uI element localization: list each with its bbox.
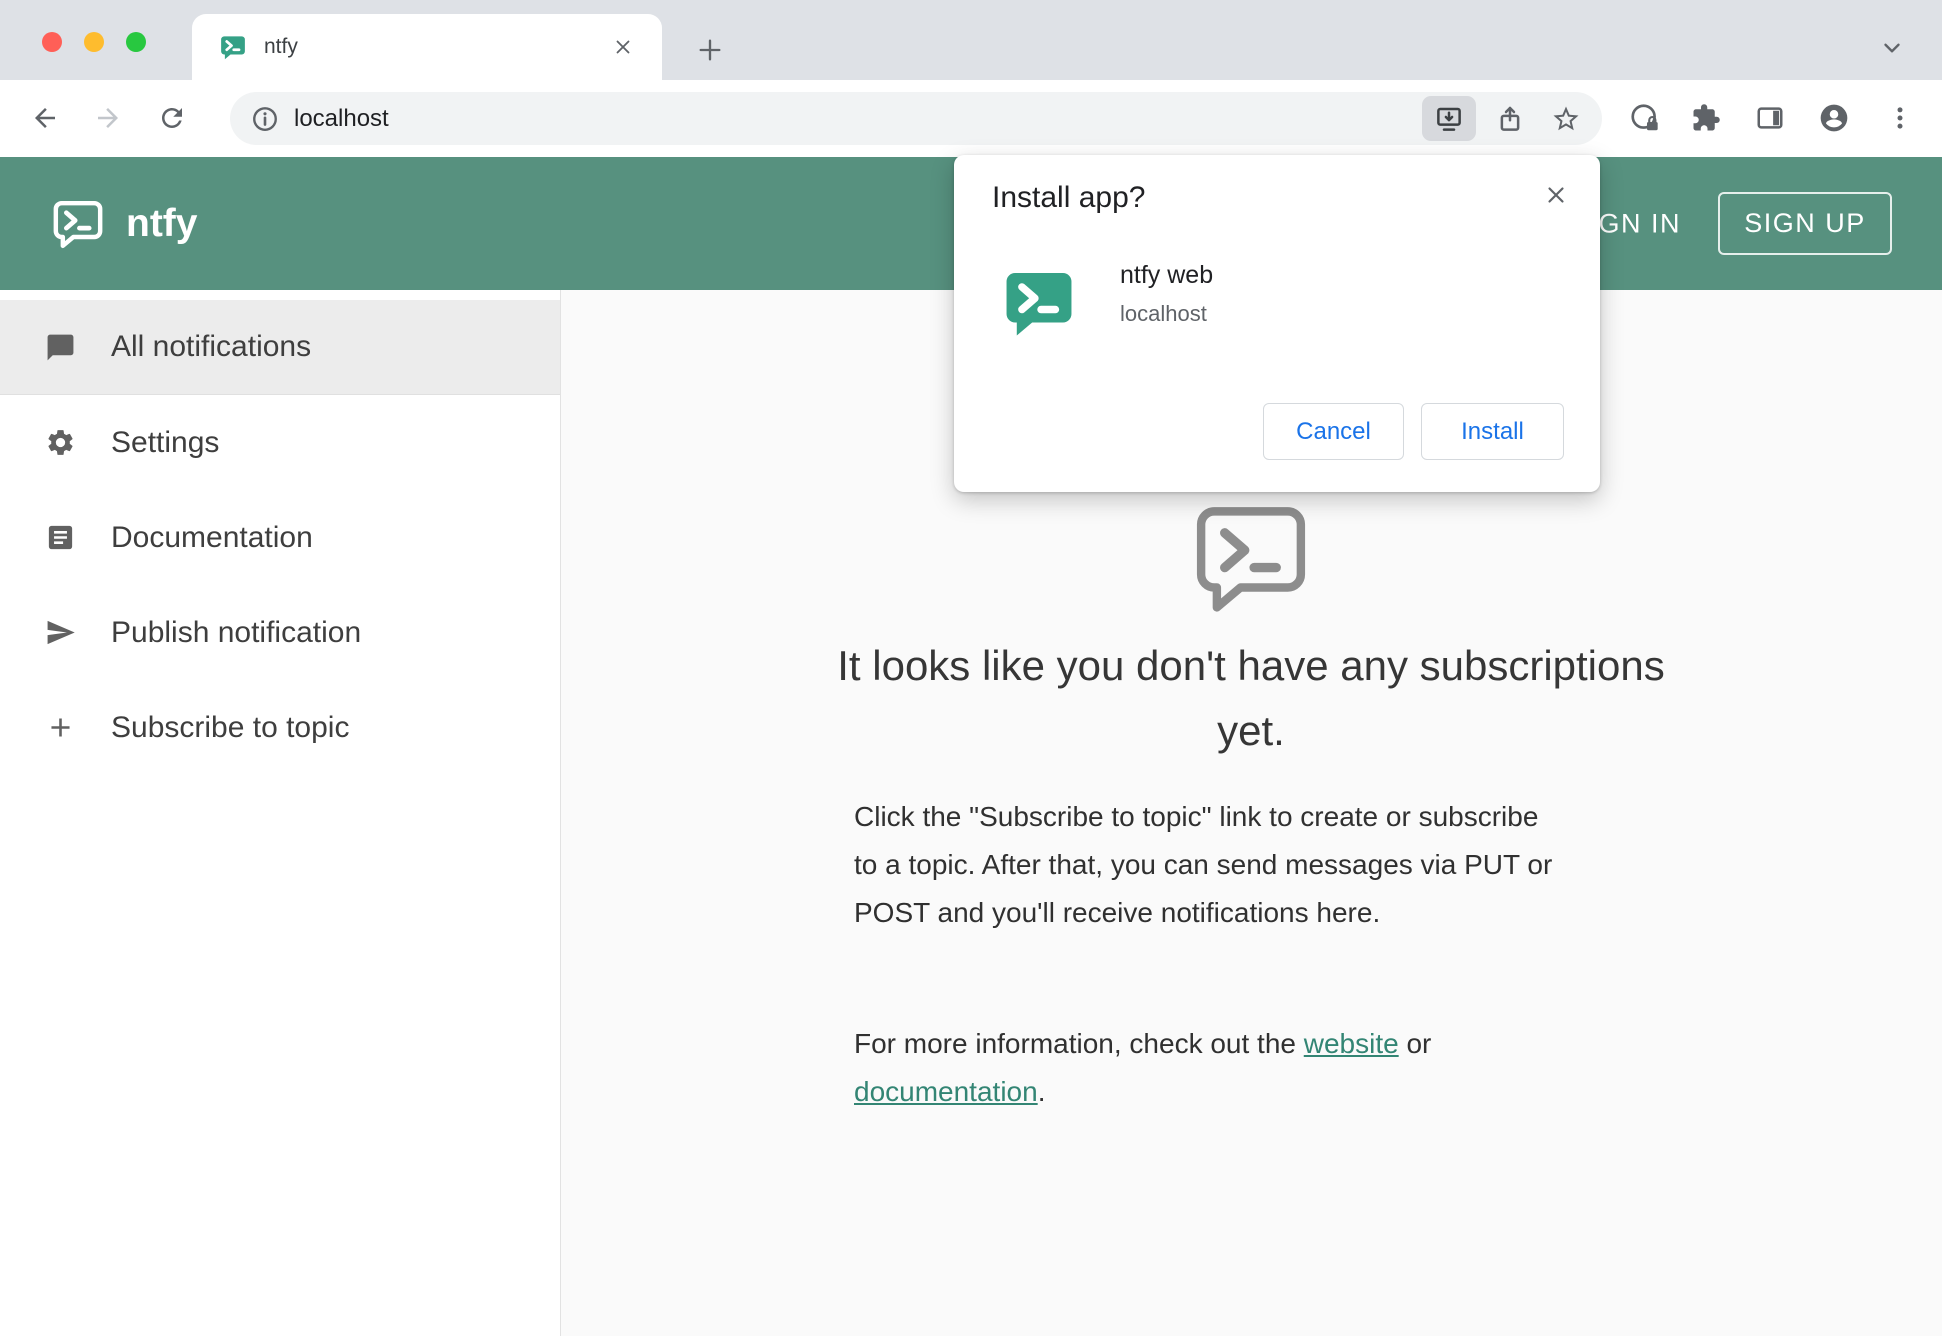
sign-up-button[interactable]: SIGN UP	[1718, 192, 1892, 255]
address-bar[interactable]: localhost	[230, 92, 1602, 145]
sidebar-item-label: Publish notification	[111, 616, 361, 650]
install-button[interactable]: Install	[1421, 403, 1564, 460]
more-info-text: .	[1038, 1076, 1046, 1107]
chat-bubble-icon	[45, 332, 76, 363]
sidebar-item-label: All notifications	[111, 330, 311, 364]
sidebar-item-label: Subscribe to topic	[111, 711, 349, 745]
omnibox-actions	[1422, 96, 1588, 141]
minimize-window-button[interactable]	[84, 32, 104, 52]
install-app-icon[interactable]	[1422, 96, 1476, 141]
browser-menu-kebab-icon[interactable]	[1876, 94, 1924, 142]
sidebar-item-label: Settings	[111, 426, 219, 460]
app-origin: localhost	[1120, 301, 1207, 327]
empty-state-description: Click the "Subscribe to topic" link to c…	[854, 793, 1554, 937]
more-info-paragraph: For more information, check out the webs…	[854, 1020, 1554, 1116]
more-info-text: For more information, check out the	[854, 1028, 1304, 1059]
ntfy-favicon-icon	[218, 32, 248, 62]
tab-search-chevron-icon[interactable]	[1872, 28, 1912, 68]
tab-strip: ntfy	[0, 0, 1942, 80]
password-manager-icon[interactable]	[1621, 94, 1669, 142]
profile-avatar-icon[interactable]	[1810, 94, 1858, 142]
website-link[interactable]: website	[1304, 1028, 1399, 1059]
ntfy-app-icon	[998, 261, 1080, 343]
browser-tab[interactable]: ntfy	[192, 14, 662, 80]
back-button[interactable]	[21, 94, 69, 142]
ntfy-logo-icon	[50, 195, 106, 251]
bookmark-star-icon[interactable]	[1544, 97, 1588, 141]
install-app-dialog: Install app? ntfy web localhost Cancel I…	[954, 155, 1600, 492]
sidebar-item-all-notifications[interactable]: All notifications	[0, 300, 560, 395]
reload-button[interactable]	[148, 94, 196, 142]
empty-state-title: It looks like you don't have any subscri…	[811, 633, 1691, 763]
dialog-close-icon[interactable]	[1536, 175, 1576, 215]
article-icon	[45, 522, 76, 553]
tab-close-icon[interactable]	[606, 30, 640, 64]
close-window-button[interactable]	[42, 32, 62, 52]
tab-title: ntfy	[264, 35, 298, 59]
url-text[interactable]: localhost	[294, 105, 389, 133]
dialog-title: Install app?	[992, 181, 1145, 215]
cancel-button[interactable]: Cancel	[1263, 403, 1404, 460]
browser-toolbar: localhost	[0, 80, 1942, 157]
app-title: ntfy	[126, 202, 198, 246]
sidebar-item-label: Documentation	[111, 521, 313, 555]
site-info-icon[interactable]	[250, 104, 280, 134]
extensions-puzzle-icon[interactable]	[1682, 94, 1730, 142]
send-icon	[45, 617, 76, 648]
zoom-window-button[interactable]	[126, 32, 146, 52]
side-panel-icon[interactable]	[1746, 94, 1794, 142]
browser-window: ntfy	[0, 0, 1942, 1336]
more-info-text: or	[1399, 1028, 1432, 1059]
sidebar-item-publish-notification[interactable]: Publish notification	[0, 585, 560, 680]
gear-icon	[45, 427, 76, 458]
plus-icon	[45, 712, 76, 743]
ntfy-empty-state-icon	[1188, 493, 1314, 619]
app-name: ntfy web	[1120, 261, 1213, 290]
sidebar: All notifications Settings Documentation…	[0, 290, 561, 1336]
sidebar-item-settings[interactable]: Settings	[0, 395, 560, 490]
new-tab-button[interactable]	[690, 30, 730, 70]
sidebar-item-documentation[interactable]: Documentation	[0, 490, 560, 585]
share-icon[interactable]	[1488, 97, 1532, 141]
forward-button[interactable]	[84, 94, 132, 142]
sidebar-item-subscribe-to-topic[interactable]: Subscribe to topic	[0, 680, 560, 775]
documentation-link[interactable]: documentation	[854, 1076, 1038, 1107]
window-controls	[42, 32, 146, 52]
